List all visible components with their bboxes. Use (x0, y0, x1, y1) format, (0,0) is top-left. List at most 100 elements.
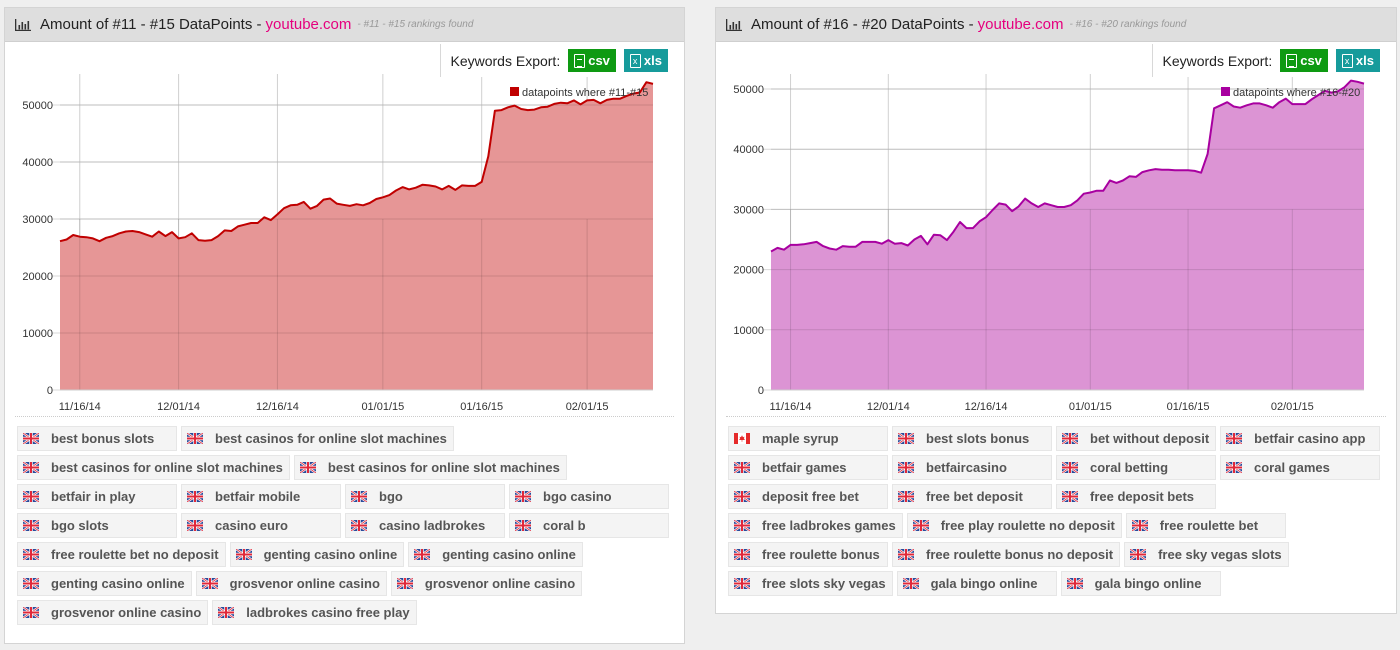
keyword-tag[interactable]: deposit free bet (728, 484, 888, 509)
data-point (789, 243, 792, 246)
keyword-tag[interactable]: free roulette bet (1125, 513, 1286, 538)
keyword-tag[interactable]: gala bingo online (896, 571, 1057, 596)
data-point (296, 203, 299, 206)
keyword-text: best slots bonus (926, 431, 1030, 446)
keyword-tag[interactable]: betfaircasino (892, 455, 1052, 480)
data-point (985, 216, 988, 219)
keyword-tag[interactable]: grosvenor online casino (390, 571, 583, 596)
keyword-tag[interactable]: free roulette bet no deposit (17, 542, 226, 567)
uk-flag-icon (902, 578, 919, 589)
keyword-text: gala bingo online (930, 576, 1038, 591)
data-point (652, 82, 655, 85)
xls-export-button[interactable]: xls (623, 49, 668, 72)
keyword-tag[interactable]: free roulette bonus no deposit (892, 542, 1121, 567)
keyword-tag[interactable]: best casinos for online slot machines (181, 426, 454, 451)
csv-export-button[interactable]: csv (568, 49, 616, 72)
keyword-tag[interactable]: maple syrup (728, 426, 888, 451)
keyword-tag[interactable]: coral b (509, 513, 669, 538)
uk-flag-icon (414, 549, 431, 560)
data-point (932, 233, 935, 236)
panel-domain-link[interactable]: youtube.com (978, 16, 1064, 33)
data-point (236, 225, 239, 228)
data-point (322, 198, 325, 201)
keyword-tag[interactable]: genting casino online (408, 542, 583, 567)
keyword-tag[interactable]: free bet deposit (892, 484, 1052, 509)
keyword-tag[interactable]: coral betting (1056, 455, 1216, 480)
data-point (460, 184, 463, 187)
keyword-tag[interactable]: best slots bonus (892, 426, 1052, 451)
data-point (1017, 205, 1020, 208)
data-point (434, 185, 437, 188)
keyword-tag[interactable]: best casinos for online slot machines (17, 455, 290, 480)
data-point (1141, 171, 1144, 174)
keyword-tag[interactable]: genting casino online (229, 542, 405, 567)
x-tick-label: 01/01/15 (1069, 401, 1112, 413)
keyword-tag[interactable]: genting casino online (17, 571, 192, 596)
keyword-text: maple syrup (762, 431, 839, 446)
legend-swatch (510, 87, 519, 96)
data-point (1232, 105, 1235, 108)
keyword-tag[interactable]: bgo slots (17, 513, 177, 538)
keyword-tag[interactable]: free slots sky vegas (728, 571, 893, 596)
x-tick-label: 12/01/14 (157, 401, 200, 413)
panel-header: Amount of #11 - #15 DataPoints - youtube… (5, 8, 684, 42)
data-point (302, 200, 305, 203)
keyword-tag[interactable]: grosvenor online casino (17, 600, 209, 625)
data-point (151, 235, 154, 238)
keyword-tag[interactable]: best casinos for online slot machines (293, 455, 567, 480)
data-point (138, 231, 141, 234)
keyword-tag[interactable]: best bonus slots (17, 426, 177, 451)
data-point (1200, 171, 1203, 174)
keyword-tag[interactable]: betfair casino app (1220, 426, 1381, 451)
data-point (190, 232, 193, 235)
data-point (1011, 210, 1014, 213)
keyword-tag[interactable]: free ladbrokes games (728, 513, 903, 538)
keyword-tag[interactable]: grosvenor online casino (195, 571, 387, 596)
uk-flag-icon (1062, 433, 1078, 444)
data-point (1363, 82, 1366, 85)
panel-domain-link[interactable]: youtube.com (266, 16, 352, 33)
uk-flag-icon (187, 433, 203, 444)
y-tick-label: 10000 (22, 328, 53, 340)
x-tick-label: 12/16/14 (256, 401, 299, 413)
uk-flag-icon (898, 433, 914, 444)
data-point (546, 105, 549, 108)
keyword-tag[interactable]: free roulette bonus (728, 542, 888, 567)
data-point (441, 188, 444, 191)
keyword-tag[interactable]: bgo casino (509, 484, 669, 509)
keyword-tag[interactable]: betfair games (728, 455, 888, 480)
keyword-tag[interactable]: free deposit bets (1056, 484, 1216, 509)
keyword-tag[interactable]: betfair in play (17, 484, 177, 509)
data-point (783, 248, 786, 251)
keyword-tag[interactable]: gala bingo online (1060, 571, 1221, 596)
data-point (111, 235, 114, 238)
keyword-text: grosvenor online casino (51, 605, 202, 620)
divider (15, 416, 674, 417)
panel-title: Amount of #11 - #15 DataPoints - (40, 16, 262, 33)
data-point (1245, 104, 1248, 107)
keyword-tag[interactable]: free play roulette no deposit (906, 513, 1122, 538)
keyword-tag[interactable]: ladbrokes casino free play (212, 600, 417, 625)
keyword-tag[interactable]: coral games (1220, 455, 1380, 480)
data-point (124, 230, 127, 233)
keyword-tag[interactable]: bet without deposit (1056, 426, 1217, 451)
keyword-tag[interactable]: betfair mobile (181, 484, 341, 509)
data-point (368, 202, 371, 205)
data-point (362, 204, 365, 207)
data-point (1356, 80, 1359, 83)
data-point (815, 240, 818, 243)
data-point (1304, 103, 1307, 106)
data-point (454, 188, 457, 191)
export-label: Keywords Export: (450, 52, 561, 69)
keyword-text: betfaircasino (926, 460, 1007, 475)
keyword-tag[interactable]: casino euro (181, 513, 341, 538)
xls-export-button[interactable]: xls (1335, 49, 1380, 72)
uk-flag-icon (898, 462, 914, 473)
data-point (1193, 169, 1196, 172)
csv-export-button[interactable]: csv (1280, 49, 1328, 72)
excel-icon (629, 53, 641, 68)
keyword-tag[interactable]: bgo (345, 484, 505, 509)
keyword-tag[interactable]: free sky vegas slots (1124, 542, 1289, 567)
keyword-tag[interactable]: casino ladbrokes (345, 513, 505, 538)
keywords-export: Keywords Export: csv xls (1151, 44, 1380, 77)
